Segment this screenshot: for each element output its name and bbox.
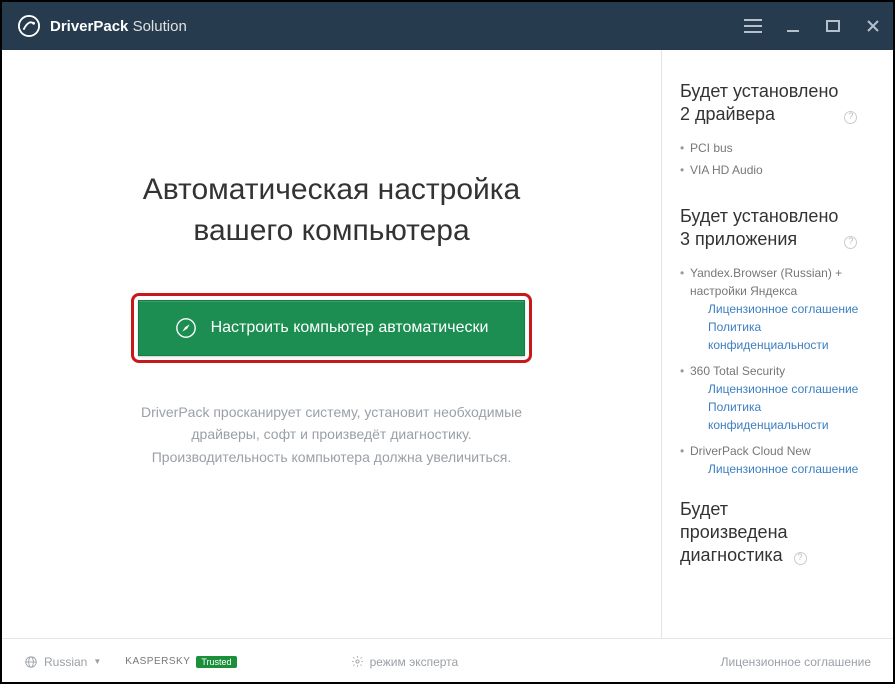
minimize-button[interactable] [773,2,813,50]
footer: Russian ▼ KASPERSKY Trusted режим экспер… [2,638,893,684]
driverpack-logo-icon [18,15,40,37]
language-label: Russian [44,655,87,669]
expert-mode-button[interactable]: режим эксперта [351,655,459,669]
trusted-badge: Trusted [196,656,236,668]
language-selector[interactable]: Russian ▼ [24,655,101,669]
drivers-list: PCI bus VIA HD Audio [680,139,875,179]
list-item: Yandex.Browser (Russian) + настройки Янд… [680,264,875,354]
license-link[interactable]: Лицензионное соглашение [690,460,875,478]
list-item: DriverPack Cloud New Лицензионное соглаш… [680,442,875,478]
content: Автоматическая настройка вашего компьюте… [2,50,893,638]
apps-list: Yandex.Browser (Russian) + настройки Янд… [680,264,875,478]
kaspersky-label: KASPERSKY [125,656,190,667]
main-description: DriverPack просканирует систему, установ… [141,401,522,468]
help-icon[interactable]: ? [794,552,807,565]
chevron-down-icon: ▼ [93,657,101,666]
help-icon[interactable]: ? [844,111,857,124]
kaspersky-trusted: KASPERSKY Trusted [125,656,236,668]
configure-button-label: Настроить компьютер автоматически [211,319,489,337]
app-title: DriverPack Solution [50,18,187,35]
main-panel: Автоматическая настройка вашего компьюте… [2,50,661,638]
drivers-heading: Будет установлено 2 драйвера ? [680,80,875,127]
globe-icon [24,655,38,669]
maximize-button[interactable] [813,2,853,50]
apps-heading: Будет установлено 3 приложения ? [680,205,875,252]
close-button[interactable] [853,2,893,50]
compass-icon [175,317,197,339]
list-item: VIA HD Audio [680,161,875,179]
list-item: PCI bus [680,139,875,157]
help-icon[interactable]: ? [844,236,857,249]
license-agreement-link[interactable]: Лицензионное соглашение [721,655,871,669]
titlebar: DriverPack Solution [2,2,893,50]
menu-button[interactable] [733,2,773,50]
diagnostics-heading: Будет произведена диагностика ? [680,498,875,568]
configure-button-highlight: Настроить компьютер автоматически [131,293,533,363]
gear-icon [351,655,364,668]
app-logo: DriverPack Solution [18,15,187,37]
sidebar: Будет установлено 2 драйвера ? PCI bus V… [661,50,893,638]
privacy-link[interactable]: Политика конфиденциальности [690,318,875,354]
expert-mode-label: режим эксперта [370,655,459,669]
list-item: 360 Total Security Лицензионное соглашен… [680,362,875,434]
license-link[interactable]: Лицензионное соглашение [690,300,875,318]
license-link[interactable]: Лицензионное соглашение [690,380,875,398]
main-heading: Автоматическая настройка вашего компьюте… [143,170,520,251]
privacy-link[interactable]: Политика конфиденциальности [690,398,875,434]
configure-automatically-button[interactable]: Настроить компьютер автоматически [138,300,526,356]
